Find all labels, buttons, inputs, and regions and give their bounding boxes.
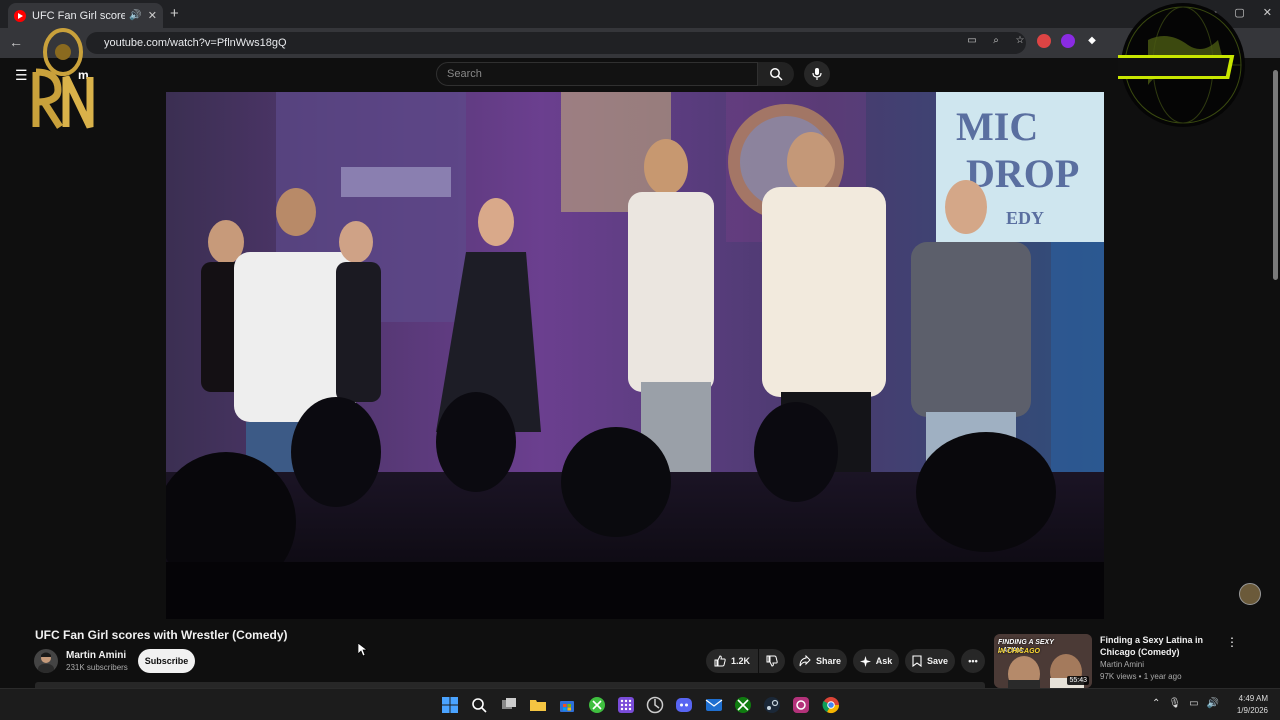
url-field[interactable]: youtube.com/watch?v=PflnWws18gQ [86,32,1026,54]
share-button[interactable]: Share [793,649,847,673]
thumbs-up-icon [714,655,726,667]
bookmark-icon [912,655,922,667]
page-scrollbar[interactable] [1271,60,1279,688]
apps-grid-icon[interactable] [617,696,635,714]
close-window-button[interactable]: ✕ [1263,6,1272,19]
sparkle-icon [859,655,871,667]
search-button[interactable] [758,62,794,86]
channel-avatar[interactable] [34,649,58,673]
recommendation-thumbnail[interactable]: FINDING A SEXY LATINA IN CHICAGO 55:43 [994,634,1092,688]
save-label: Save [926,656,949,666]
sign-text-drop: DROP [966,151,1079,196]
scrollbar-thumb[interactable] [1273,70,1278,280]
clock-date: 1/9/2026 [1236,706,1268,715]
search-input[interactable]: Search [436,62,758,86]
youtube-favicon-icon [14,9,26,22]
tray-chevron-icon[interactable]: ⌃ [1152,698,1160,709]
avatar-image [38,652,54,673]
system-tray: ⌃ 🎙 ▭ 🔊 [1152,698,1219,709]
cast-icon[interactable]: ▭ [965,34,979,48]
file-explorer-icon[interactable] [529,696,547,714]
ask-button[interactable]: Ask [853,649,899,673]
subscriber-count: 231K subscribers [66,663,128,672]
discord-icon[interactable] [675,696,693,714]
ask-label: Ask [875,656,893,666]
browser-tab-bar: UFC Fan Girl scores with Wr 🔊 ✕ + — ▢ ✕ [0,0,1280,28]
save-button[interactable]: Save [905,649,955,673]
video-player[interactable]: MIC DROP EDY [166,92,1104,619]
tab-close-button[interactable]: ✕ [148,9,157,22]
extension-icon-red[interactable] [1037,34,1051,48]
dislike-button[interactable] [759,649,785,673]
tray-network-icon[interactable]: ▭ [1189,698,1198,709]
chrome-icon[interactable] [822,696,840,714]
steam-icon[interactable] [763,696,781,714]
xbox-icon[interactable] [734,696,752,714]
photo-editor-icon[interactable] [792,696,810,714]
share-label: Share [815,656,841,666]
rn-watermark-logo [32,28,94,129]
recommendation-channel[interactable]: Martin Amini [1100,660,1144,669]
sign-text-mic: MIC [956,104,1038,149]
zoom-icon[interactable]: ⌕ [989,34,1003,48]
app-circle-icon[interactable] [646,696,664,714]
microphone-icon [812,68,822,80]
tray-microphone-icon[interactable]: 🎙 [1168,698,1181,709]
search-icon [770,68,783,81]
recommendation-title[interactable]: Finding a Sexy Latina in Chicago (Comedy… [1100,634,1218,658]
like-count: 1.2K [730,656,750,666]
task-view-icon[interactable] [500,696,518,714]
speaker-icon[interactable]: 🔊 [129,10,141,21]
taskbar-clock[interactable]: 4:49 AM 1/9/2026 [1228,693,1268,717]
clock-time: 4:49 AM [1238,694,1268,703]
video-duration: 55:43 [1067,676,1089,685]
tray-volume-icon[interactable]: 🔊 [1207,698,1219,709]
menu-hamburger-icon[interactable]: ☰ [15,67,28,84]
extension-icon-diamond[interactable]: ◆ [1085,34,1099,48]
taskbar-search-icon[interactable] [470,696,488,714]
like-button[interactable]: 1.2K [706,649,758,673]
mail-icon[interactable] [705,696,723,714]
windows-start-icon[interactable] [441,696,459,714]
voice-search-button[interactable] [804,61,830,87]
recommendation-meta: 97K views • 1 year ago [1100,672,1182,681]
more-actions-button[interactable]: ••• [961,649,985,673]
video-title: UFC Fan Girl scores with Wrestler (Comed… [35,628,288,642]
youtube-header: ☰ m Search [0,58,1280,92]
mouse-cursor-icon [358,643,368,657]
new-tab-button[interactable]: + [170,5,179,22]
sign-text-edy: EDY [1006,208,1044,228]
channel-watermark-avatar[interactable] [1239,583,1261,605]
share-icon [799,655,811,667]
channel-name[interactable]: Martin Amini [66,650,126,661]
recommendation-menu-icon[interactable]: ⋮ [1226,635,1238,649]
spin-watermark-logo [1118,3,1245,127]
microsoft-store-icon[interactable] [558,696,576,714]
windows-taskbar: ⌃ 🎙 ▭ 🔊 4:49 AM 1/9/2026 [0,688,1280,720]
thumbnail-text-line2: IN CHICAGO [998,648,1040,655]
extension-icons: ▭ ⌕ ☆ ◆ [965,34,1099,48]
extension-icon-purple[interactable] [1061,34,1075,48]
back-arrow-icon[interactable]: ← [9,34,23,50]
thumbs-down-icon [766,655,778,667]
xbox-app-icon[interactable] [588,696,606,714]
video-frame: MIC DROP EDY [166,92,1104,619]
more-dots-icon: ••• [968,656,978,666]
bookmark-star-icon[interactable]: ☆ [1013,34,1027,48]
tab-title: UFC Fan Girl scores with Wr [32,9,126,22]
subscribe-button[interactable]: Subscribe [138,649,195,673]
